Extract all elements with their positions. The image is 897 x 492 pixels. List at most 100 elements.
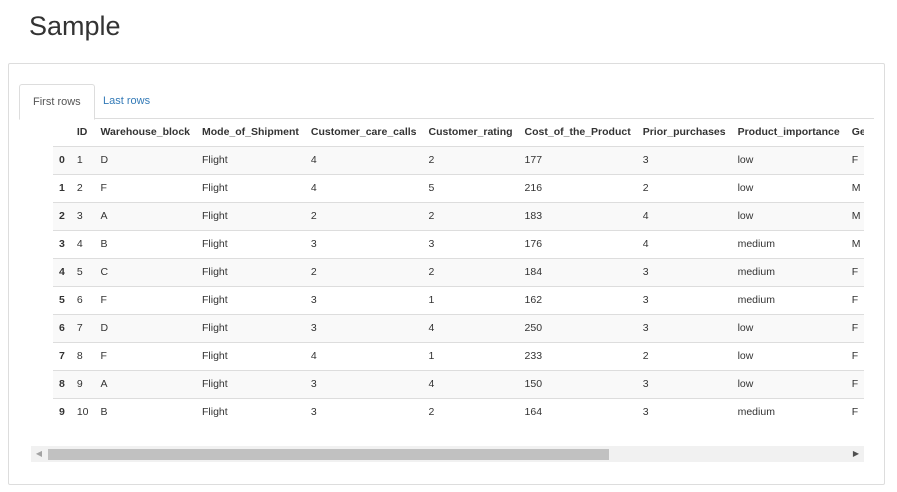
table-row: 6 7 D Flight 3 4 250 3 low F	[53, 313, 864, 342]
table-cell: 10	[70, 397, 95, 426]
table-cell: 250	[518, 313, 637, 342]
table-cell: 2	[304, 201, 423, 230]
table-cell: low	[731, 145, 846, 174]
table-cell: 3	[636, 285, 732, 314]
table-row: 5 6 F Flight 3 1 162 3 medium F	[53, 285, 864, 314]
table-cell: F	[94, 341, 197, 370]
table-scroll-area[interactable]: ID Warehouse_block Mode_of_Shipment Cust…	[31, 118, 864, 446]
table-body: 0 1 D Flight 4 2 177 3 low F 1 2 F Flight 4 5 216 2 low M 2 3…	[53, 145, 864, 426]
table-cell: B	[94, 229, 197, 258]
table-cell: F	[845, 397, 864, 426]
table-cell: 5	[70, 257, 95, 286]
table-cell: F	[845, 257, 864, 286]
horizontal-scrollbar[interactable]: ◀ ▶	[31, 446, 864, 462]
table-cell: 3	[636, 369, 732, 398]
table-cell: medium	[731, 257, 846, 286]
table-cell: Flight	[196, 397, 305, 426]
table-cell: F	[845, 145, 864, 174]
arrow-right-icon[interactable]: ▶	[848, 446, 864, 462]
table-cell: 5	[422, 173, 519, 202]
table-row: 7 8 F Flight 4 1 233 2 low F	[53, 341, 864, 370]
table-cell: Flight	[196, 341, 305, 370]
row-index: 3	[53, 229, 71, 258]
row-index: 6	[53, 313, 71, 342]
table-cell: A	[94, 369, 197, 398]
table-cell: Flight	[196, 369, 305, 398]
tab-bar: First rows Last rows	[19, 84, 874, 120]
column-header-id: ID	[76, 125, 88, 138]
table-cell: low	[731, 201, 846, 230]
arrow-left-icon[interactable]: ◀	[31, 446, 47, 462]
column-header-mode-of-shipment: Mode_of_Shipment	[202, 125, 299, 138]
table-cell: 4	[304, 173, 423, 202]
table-cell: 4	[304, 341, 423, 370]
row-index: 4	[53, 257, 71, 286]
table-cell: low	[731, 173, 846, 202]
table-cell: 2	[636, 341, 732, 370]
table-cell: Flight	[196, 313, 305, 342]
table-row: 4 5 C Flight 2 2 184 3 medium F	[53, 257, 864, 286]
table-cell: medium	[731, 285, 846, 314]
table-cell: Flight	[196, 173, 305, 202]
column-header-index	[53, 118, 71, 146]
column-header-cost-of-the-product: Cost_of_the_Product	[524, 125, 631, 138]
table-cell: 1	[422, 285, 519, 314]
row-index: 1	[53, 173, 71, 202]
table-cell: 3	[304, 369, 423, 398]
table-cell: F	[845, 313, 864, 342]
table-cell: C	[94, 257, 197, 286]
table-cell: 3	[636, 397, 732, 426]
page-title: Sample	[29, 11, 121, 41]
table-cell: 4	[70, 229, 95, 258]
table-cell: A	[94, 201, 197, 230]
table-cell: 3	[304, 397, 423, 426]
table-cell: 2	[304, 257, 423, 286]
column-header-customer-care-calls: Customer_care_calls	[310, 125, 417, 138]
table-cell: low	[731, 369, 846, 398]
table-cell: Flight	[196, 201, 305, 230]
table-cell: 162	[518, 285, 637, 314]
table-row: 0 1 D Flight 4 2 177 3 low F	[53, 145, 864, 174]
table-cell: 3	[304, 313, 423, 342]
table-row: 3 4 B Flight 3 3 176 4 medium M	[53, 229, 864, 258]
table-cell: 7	[70, 313, 95, 342]
table-cell: 2	[422, 397, 519, 426]
table-cell: Flight	[196, 145, 305, 174]
table-cell: 216	[518, 173, 637, 202]
scrollbar-thumb[interactable]	[48, 449, 609, 460]
table-header-row: ID Warehouse_block Mode_of_Shipment Cust…	[53, 118, 864, 146]
table-cell: Flight	[196, 229, 305, 258]
table-cell: 177	[518, 145, 637, 174]
row-index: 0	[53, 145, 71, 174]
table-cell: Flight	[196, 285, 305, 314]
table-cell: 3	[636, 313, 732, 342]
table-cell: 2	[422, 201, 519, 230]
sample-panel: First rows Last rows ID Warehouse_block …	[8, 63, 885, 485]
row-index: 2	[53, 201, 71, 230]
table-cell: 2	[636, 173, 732, 202]
row-index: 9	[53, 397, 71, 426]
table-cell: 4	[636, 229, 732, 258]
row-index: 5	[53, 285, 71, 314]
row-index: 8	[53, 369, 71, 398]
table-cell: 3	[422, 229, 519, 258]
table-cell: 9	[70, 369, 95, 398]
table-cell: 4	[422, 313, 519, 342]
table-cell: 164	[518, 397, 637, 426]
column-header-customer-rating: Customer_rating	[428, 125, 513, 138]
table-cell: low	[731, 313, 846, 342]
table-cell: 4	[636, 201, 732, 230]
table-cell: F	[845, 285, 864, 314]
table-cell: D	[94, 145, 197, 174]
table-cell: F	[845, 341, 864, 370]
table-cell: 150	[518, 369, 637, 398]
tab-first-rows[interactable]: First rows	[19, 84, 95, 120]
column-header-gender: Ge	[851, 125, 864, 138]
row-index: 7	[53, 341, 71, 370]
data-table: ID Warehouse_block Mode_of_Shipment Cust…	[53, 118, 864, 426]
table-cell: medium	[731, 229, 846, 258]
tab-last-rows[interactable]: Last rows	[90, 84, 163, 119]
table-cell: 1	[70, 145, 95, 174]
table-row: 1 2 F Flight 4 5 216 2 low M	[53, 173, 864, 202]
table-cell: 233	[518, 341, 637, 370]
